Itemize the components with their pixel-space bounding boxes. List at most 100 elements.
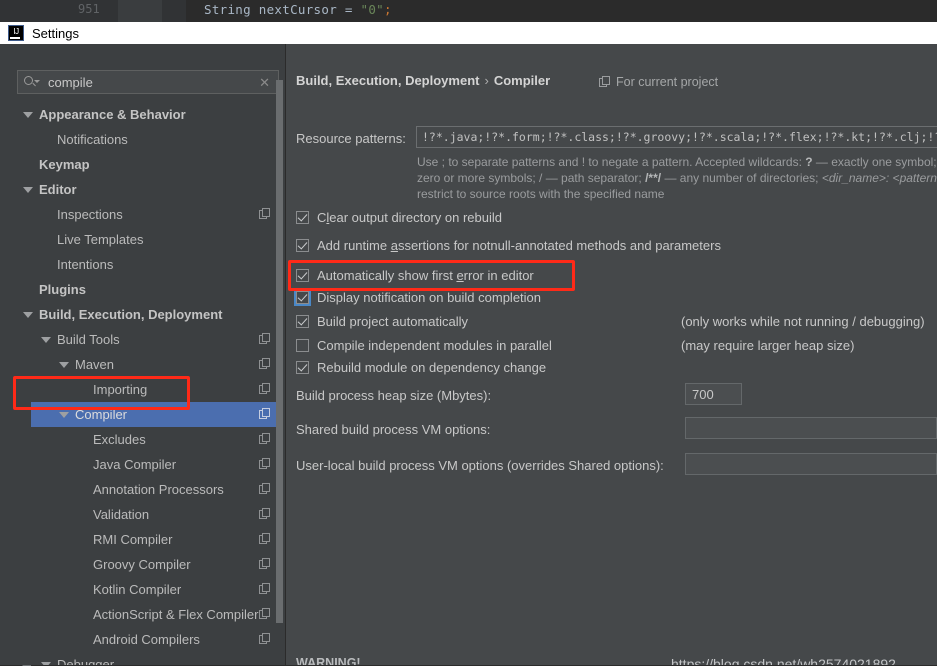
- sidebar-item-actionscript-flex-compiler[interactable]: ActionScript & Flex Compiler: [13, 602, 285, 627]
- sidebar-item-android-compilers[interactable]: Android Compilers: [13, 627, 285, 652]
- sidebar-item-label: Build, Execution, Deployment: [39, 307, 223, 322]
- sidebar-item-label: Excludes: [93, 432, 146, 447]
- chevron-down-icon[interactable]: [23, 111, 33, 118]
- sidebar-item-importing[interactable]: Importing: [13, 377, 285, 402]
- copy-module-icon[interactable]: [259, 508, 270, 520]
- copy-module-icon[interactable]: [259, 608, 270, 620]
- checkbox-row-automatically-show-first-error-in-editor[interactable]: Automatically show first error in editor: [296, 266, 534, 284]
- chevron-down-icon[interactable]: [59, 361, 69, 368]
- hint-line-1: Use ; to separate patterns and ! to nega…: [417, 154, 937, 170]
- code-token-string: "0": [360, 2, 384, 17]
- copy-module-icon[interactable]: [259, 208, 270, 220]
- code-token-semicolon: ;: [384, 2, 392, 17]
- sidebar-item-rmi-compiler[interactable]: RMI Compiler: [13, 527, 285, 552]
- settings-detail-panel: Build, Execution, Deployment › Compiler Fo…: [286, 44, 937, 665]
- sidebar-item-label: ActionScript & Flex Compiler: [93, 607, 259, 622]
- copy-module-icon[interactable]: [259, 383, 270, 395]
- sidebar-item-debugger[interactable]: Debugger: [13, 652, 285, 665]
- sidebar-item-label: Android Compilers: [93, 632, 200, 647]
- sidebar-item-inspections[interactable]: Inspections: [13, 202, 285, 227]
- sidebar-item-intentions[interactable]: Intentions: [13, 252, 285, 277]
- breadcrumb-root[interactable]: Build, Execution, Deployment: [296, 73, 479, 88]
- copy-module-icon[interactable]: [259, 533, 270, 545]
- checkbox-row-display-notification-on-build-completion[interactable]: Display notification on build completion: [294, 288, 541, 306]
- hint-1c: — exactly one symbol; *: [812, 155, 937, 169]
- sidebar-item-build-execution-deployment[interactable]: Build, Execution, Deployment: [13, 302, 285, 327]
- field-input-user-local-build-process-vm-options-overrides-shared-options[interactable]: [685, 453, 937, 475]
- checkbox-compile-independent-modules-in-parallel[interactable]: [296, 338, 309, 352]
- copy-module-icon[interactable]: [259, 458, 270, 470]
- settings-dialog: Settings compile ✕ Appearance & Behavior…: [0, 22, 937, 665]
- checkbox-add-runtime-assertions-for-notnull-annotated-methods-and-parameters[interactable]: [296, 238, 309, 252]
- chevron-down-icon[interactable]: [59, 411, 69, 418]
- copy-module-icon[interactable]: [259, 633, 270, 645]
- chevron-down-icon[interactable]: [41, 336, 51, 343]
- sidebar-item-excludes[interactable]: Excludes: [13, 427, 285, 452]
- sidebar-item-notifications[interactable]: Notifications: [13, 127, 285, 152]
- search-input[interactable]: compile ✕: [17, 70, 279, 94]
- sidebar-item-editor[interactable]: Editor: [13, 177, 285, 202]
- sidebar-item-validation[interactable]: Validation: [13, 502, 285, 527]
- copy-module-icon[interactable]: [259, 558, 270, 570]
- intellij-idea-logo-icon: [8, 25, 24, 41]
- field-value-build-process-heap-size-mbytes: 700: [692, 386, 714, 402]
- sidebar-item-label: Editor: [39, 182, 77, 197]
- checkbox-row-compile-independent-modules-in-parallel[interactable]: Compile independent modules in parallel: [296, 336, 552, 354]
- field-label-user-local-build-process-vm-options-overrides-shared-options: User-local build process VM options (ove…: [296, 458, 664, 473]
- editor-gutter-tertiary: [162, 0, 186, 22]
- scope-indicator: For current project: [599, 75, 718, 89]
- sidebar-item-label: Groovy Compiler: [93, 557, 191, 572]
- breadcrumb: Build, Execution, Deployment › Compiler: [296, 73, 550, 88]
- checkbox-row-rebuild-module-on-dependency-change[interactable]: Rebuild module on dependency change: [296, 358, 546, 376]
- chevron-down-icon[interactable]: [23, 186, 33, 193]
- sidebar-item-label: Live Templates: [57, 232, 144, 247]
- checkbox-row-clear-output-directory-on-rebuild[interactable]: Clear output directory on rebuild: [296, 208, 502, 226]
- checkbox-row-add-runtime-assertions-for-notnull-annotated-methods-and-parameters[interactable]: Add runtime assertions for notnull-annot…: [296, 236, 721, 254]
- clear-search-icon[interactable]: ✕: [259, 76, 270, 89]
- copy-module-icon[interactable]: [259, 583, 270, 595]
- checkbox-label-clear-output-directory-on-rebuild: Clear output directory on rebuild: [317, 209, 502, 225]
- sidebar-item-groovy-compiler[interactable]: Groovy Compiler: [13, 552, 285, 577]
- copy-module-icon[interactable]: [259, 433, 270, 445]
- hint-2b: /**/: [645, 171, 662, 185]
- sidebar-item-java-compiler[interactable]: Java Compiler: [13, 452, 285, 477]
- copy-module-icon[interactable]: [259, 358, 270, 370]
- copy-module-icon[interactable]: [259, 408, 270, 420]
- sidebar-item-appearance-behavior[interactable]: Appearance & Behavior: [13, 102, 285, 127]
- chevron-down-icon[interactable]: [41, 661, 51, 665]
- field-input-build-process-heap-size-mbytes[interactable]: 700: [685, 383, 742, 405]
- dialog-titlebar: Settings: [0, 22, 937, 44]
- sidebar-scrollbar-thumb[interactable]: [276, 80, 283, 623]
- chevron-down-icon[interactable]: [23, 311, 33, 318]
- sidebar-item-annotation-processors[interactable]: Annotation Processors: [13, 477, 285, 502]
- settings-tree[interactable]: Appearance & Behavior Notifications Keymap…: [13, 102, 285, 665]
- checkbox-build-project-automatically[interactable]: [296, 314, 309, 328]
- breadcrumb-separator: ›: [484, 73, 489, 88]
- checkbox-row-build-project-automatically[interactable]: Build project automatically: [296, 312, 468, 330]
- copy-module-icon[interactable]: [259, 483, 270, 495]
- sidebar-item-kotlin-compiler[interactable]: Kotlin Compiler: [13, 577, 285, 602]
- checkbox-rebuild-module-on-dependency-change[interactable]: [296, 360, 309, 374]
- sidebar-item-keymap[interactable]: Keymap: [13, 152, 285, 177]
- sidebar-item-label: RMI Compiler: [93, 532, 173, 547]
- sidebar-scrollbar-track[interactable]: [276, 80, 284, 643]
- sidebar-item-build-tools[interactable]: Build Tools: [13, 327, 285, 352]
- sidebar-item-maven[interactable]: Maven: [13, 352, 285, 377]
- checkbox-display-notification-on-build-completion[interactable]: [294, 288, 311, 306]
- warning-title: WARNING!: [296, 656, 361, 665]
- sidebar-item-live-templates[interactable]: Live Templates: [13, 227, 285, 252]
- checkbox-clear-output-directory-on-rebuild[interactable]: [296, 210, 309, 224]
- copy-module-icon[interactable]: [259, 333, 270, 345]
- sidebar-item-label: Maven: [75, 357, 115, 372]
- sidebar-item-compiler[interactable]: Compiler: [31, 402, 276, 427]
- sidebar-item-label: Intentions: [57, 257, 114, 272]
- sidebar-item-label: Java Compiler: [93, 457, 177, 472]
- hint-line-3: restrict to source roots with the specif…: [417, 187, 665, 201]
- resource-patterns-input[interactable]: !?*.java;!?*.form;!?*.class;!?*.groovy;!…: [416, 126, 937, 148]
- dialog-title: Settings: [32, 25, 79, 41]
- sidebar-item-plugins[interactable]: Plugins: [13, 277, 285, 302]
- hint-2d: <dir_name>: <pattern>: [821, 171, 937, 185]
- checkbox-automatically-show-first-error-in-editor[interactable]: [296, 268, 309, 282]
- field-input-shared-build-process-vm-options[interactable]: [685, 417, 937, 439]
- checkbox-note-build-project-automatically: (only works while not running / debuggin…: [681, 314, 925, 329]
